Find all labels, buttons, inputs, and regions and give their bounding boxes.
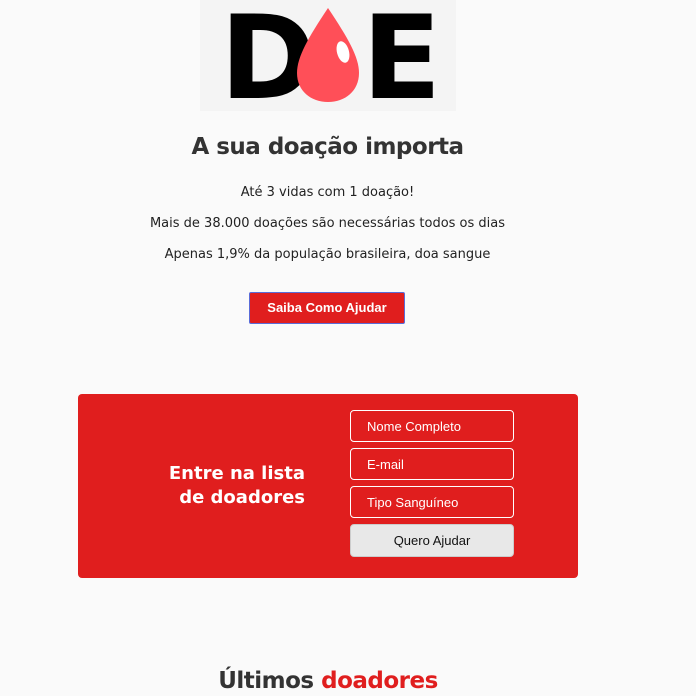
want-to-help-button[interactable]: Quero Ajudar [350,524,514,557]
logo-graphic: D E [220,0,441,111]
logo-letter-e: E [362,0,441,111]
hero-title: A sua doação importa [191,134,464,160]
email-input[interactable] [350,448,514,480]
hero-line-lives: Até 3 vidas com 1 doação! [240,185,415,200]
donor-signup-heading: Entre na lista de doadores [168,463,305,508]
logo: D E [200,0,456,111]
latest-donors-title-accent: doadores [321,668,438,694]
hero-line-donations-needed: Mais de 38.000 doações são necessárias t… [149,216,506,231]
donor-signup-panel: Entre na lista de doadores Quero Ajudar [78,394,578,578]
hero-line-population: Apenas 1,9% da população brasileira, doa… [164,247,491,262]
latest-donors-title: Últimos doadores [0,668,656,694]
full-name-input[interactable] [350,410,514,442]
latest-donors-title-plain: Últimos [218,668,314,694]
learn-how-to-help-button[interactable]: Saiba Como Ajudar [249,292,405,324]
blood-type-input[interactable] [350,486,514,518]
